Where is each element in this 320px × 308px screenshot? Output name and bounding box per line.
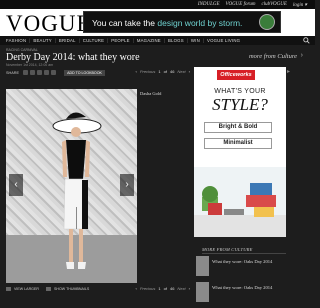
search-icon[interactable]: [303, 37, 310, 44]
nav-people[interactable]: PEOPLE: [111, 38, 129, 43]
share-toolbar: SHARE ADD TO LOOKBOOK ‹ Previous 1 of 46…: [6, 68, 190, 77]
sidebar-ad[interactable]: Officeworks WHAT'S YOUR STYLE? Bright & …: [194, 67, 286, 237]
twitter-icon[interactable]: [30, 70, 36, 75]
site-header: VOGUE You can take the design world by s…: [0, 9, 315, 36]
pager-total: 46: [169, 69, 175, 74]
nav-magazine[interactable]: MAGAZINE: [137, 38, 161, 43]
page-title: Derby Day 2014: what they wore: [6, 52, 140, 63]
previous-link[interactable]: Previous: [140, 286, 156, 291]
gallery-photo[interactable]: ‹ ›: [6, 89, 137, 283]
pager-total: 46: [169, 286, 175, 291]
article-date: November 1st 2014, 12:00 am: [6, 63, 54, 67]
pinterest-icon[interactable]: [37, 70, 43, 75]
pager-separator: of: [163, 286, 167, 291]
nav-vogue-living[interactable]: VOGUE LIVING: [207, 38, 240, 43]
add-to-lookbook-button[interactable]: ADD TO LOOKBOOK: [64, 69, 105, 76]
expand-icon[interactable]: [6, 287, 11, 291]
nav-beauty[interactable]: BEAUTY: [33, 38, 51, 43]
pager-separator: of: [163, 69, 167, 74]
view-larger-button[interactable]: VIEW LARGER: [14, 287, 39, 291]
share-label: SHARE: [6, 70, 20, 75]
top-utility-bar: INDULGE VOGUE forum clubVOGUE login ▾: [0, 0, 315, 9]
grid-icon[interactable]: [45, 287, 51, 291]
banner-ad[interactable]: You can take the design world by storm.: [83, 11, 281, 33]
chevron-left-icon[interactable]: ‹: [135, 286, 136, 291]
ad-choices-icon[interactable]: ▸: [287, 68, 320, 75]
photo-caption: Dasha Gold: [140, 91, 162, 96]
gallery-controls-bottom: VIEW LARGER SHOW THUMBNAILS ‹ Previous 1…: [6, 285, 190, 293]
pager-current: 1: [158, 69, 161, 74]
google-plus-icon[interactable]: [44, 70, 50, 75]
ad-headline-1: WHAT'S YOUR: [214, 88, 266, 95]
ad-headline-2: STYLE?: [212, 95, 268, 114]
related-thumbnail[interactable]: [196, 256, 209, 276]
nav-fashion[interactable]: FASHION: [6, 38, 26, 43]
more-from-culture-heading: MORE FROM CULTURE: [202, 247, 253, 252]
more-from-culture-link[interactable]: more from Culture: [249, 53, 297, 60]
related-thumbnail[interactable]: [196, 282, 209, 302]
gallery-pager-top: ‹ Previous 1 of 46 Next ›: [135, 69, 190, 74]
login-link[interactable]: login ▾: [293, 2, 307, 8]
nav-culture[interactable]: CULTURE: [83, 38, 104, 43]
club-vogue-link[interactable]: clubVOGUE: [262, 2, 287, 7]
chevron-right-icon[interactable]: ›: [301, 52, 303, 59]
model-figure: [52, 112, 102, 269]
badge-icon: [259, 14, 275, 30]
previous-photo-button[interactable]: ‹: [9, 174, 23, 196]
nav-win[interactable]: WIN: [191, 38, 200, 43]
bright-and-bold-button[interactable]: Bright & Bold: [204, 122, 272, 133]
officeworks-logo: Officeworks: [217, 70, 255, 80]
chevron-right-icon[interactable]: ›: [189, 69, 190, 74]
chevron-right-icon[interactable]: ›: [189, 286, 190, 291]
banner-text: You can take the design world by storm.: [92, 18, 243, 28]
related-article-title[interactable]: What they wore: Oaks Day 2014: [212, 259, 272, 264]
vogue-logo[interactable]: VOGUE: [6, 11, 92, 37]
minimalist-button[interactable]: Minimalist: [204, 138, 272, 149]
divider: [202, 253, 286, 254]
next-photo-button[interactable]: ›: [120, 174, 134, 196]
ad-product-scene: [194, 167, 286, 237]
email-icon[interactable]: [51, 70, 57, 75]
nav-blogs[interactable]: BLOGS: [168, 38, 184, 43]
vogue-forum-link[interactable]: VOGUE forum: [226, 2, 256, 7]
facebook-icon[interactable]: [23, 70, 29, 75]
related-article[interactable]: What they wore: Oaks Day 2014: [196, 282, 288, 302]
indulge-link[interactable]: INDULGE: [198, 2, 220, 7]
next-link[interactable]: Next: [177, 69, 185, 74]
related-article[interactable]: What they wore: Oaks Day 2014: [196, 256, 288, 276]
pager-current: 1: [158, 286, 161, 291]
gallery-pager-bottom: ‹ Previous 1 of 46 Next ›: [135, 286, 190, 291]
related-article-title[interactable]: What they wore: Oaks Day 2014: [212, 285, 272, 290]
main-nav: FASHION | BEAUTY | BRIDAL | CULTURE | PEOPLE…: [0, 36, 315, 45]
nav-bridal[interactable]: BRIDAL: [59, 38, 76, 43]
chevron-left-icon[interactable]: ‹: [135, 69, 136, 74]
previous-link[interactable]: Previous: [140, 69, 156, 74]
show-thumbnails-button[interactable]: SHOW THUMBNAILS: [54, 287, 89, 291]
next-link[interactable]: Next: [177, 286, 185, 291]
